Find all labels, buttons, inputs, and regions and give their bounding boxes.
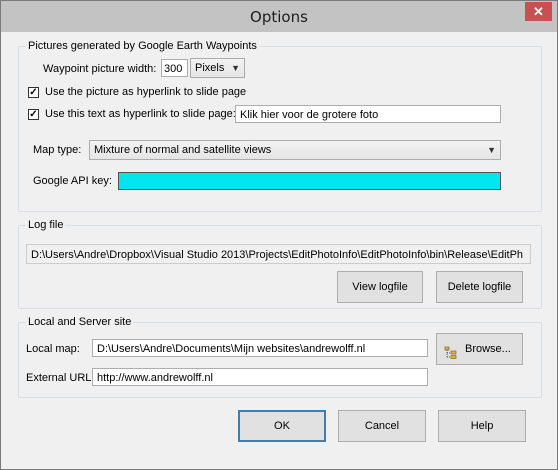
- cancel-button[interactable]: Cancel: [338, 410, 426, 442]
- api-key-input[interactable]: [118, 172, 501, 190]
- hyperlink-text-input[interactable]: Klik hier voor de grotere foto: [235, 105, 501, 123]
- map-type-select[interactable]: Mixture of normal and satellite views ▼: [89, 140, 501, 160]
- unit-select-value: Pixels: [195, 62, 225, 74]
- help-button[interactable]: Help: [438, 410, 526, 442]
- chevron-down-icon: ▼: [231, 63, 240, 73]
- folder-tree-icon: [444, 342, 458, 359]
- log-file-path-field[interactable]: D:\Users\Andre\Dropbox\Visual Studio 201…: [26, 244, 531, 264]
- delete-logfile-button[interactable]: Delete logfile: [436, 271, 523, 303]
- window-title: Options: [250, 8, 308, 26]
- ok-button[interactable]: OK: [238, 410, 326, 442]
- use-text-hyperlink-checkbox[interactable]: ✓: [28, 109, 39, 120]
- log-file-legend: Log file: [26, 219, 66, 232]
- chevron-down-icon: ▼: [487, 145, 496, 155]
- site-group-legend: Local and Server site: [26, 316, 134, 329]
- browse-button-label: Browse...: [465, 343, 511, 355]
- options-dialog: Options ✕ Pictures generated by Google E…: [0, 0, 558, 470]
- external-url-label: External URL:: [26, 372, 95, 384]
- external-url-input[interactable]: http://www.andrewolff.nl: [92, 368, 428, 386]
- pictures-group-legend: Pictures generated by Google Earth Waypo…: [26, 40, 259, 53]
- map-type-label: Map type:: [33, 144, 82, 156]
- api-key-label: Google API key:: [33, 175, 112, 187]
- close-button[interactable]: ✕: [525, 2, 552, 21]
- pictures-group: Pictures generated by Google Earth Waypo…: [18, 40, 542, 212]
- browse-button[interactable]: Browse...: [436, 333, 523, 365]
- site-group: Local and Server site Local map: D:\User…: [18, 316, 542, 398]
- use-picture-hyperlink-label: Use the picture as hyperlink to slide pa…: [45, 86, 247, 98]
- close-icon: ✕: [533, 4, 544, 19]
- unit-select[interactable]: Pixels ▼: [190, 58, 245, 78]
- use-text-hyperlink-label: Use this text as hyperlink to slide page…: [45, 108, 236, 120]
- map-type-value: Mixture of normal and satellite views: [94, 144, 272, 156]
- use-picture-hyperlink-checkbox[interactable]: ✓: [28, 87, 39, 98]
- title-bar[interactable]: Options ✕: [1, 1, 557, 32]
- dialog-client: Pictures generated by Google Earth Waypo…: [8, 32, 550, 462]
- log-file-group: Log file D:\Users\Andre\Dropbox\Visual S…: [18, 219, 542, 309]
- local-map-label: Local map:: [26, 343, 80, 355]
- waypoint-width-input[interactable]: 300: [161, 59, 188, 77]
- waypoint-width-label: Waypoint picture width:: [43, 63, 157, 75]
- local-map-input[interactable]: D:\Users\Andre\Documents\Mijn websites\a…: [92, 339, 428, 357]
- view-logfile-button[interactable]: View logfile: [337, 271, 423, 303]
